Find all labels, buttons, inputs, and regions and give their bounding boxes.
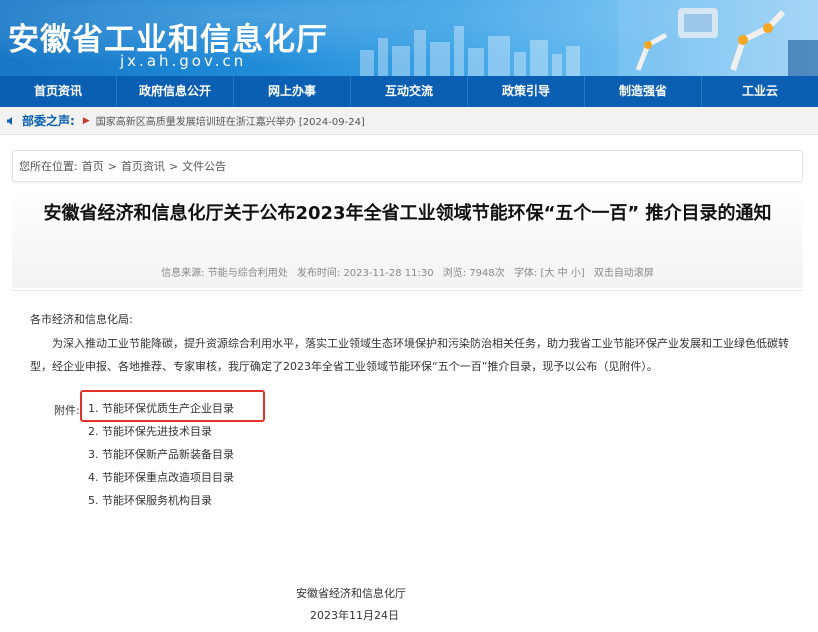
article-meta: 信息来源: 节能与综合利用处 发布时间: 2023-11-28 11:30 浏览… <box>12 264 803 279</box>
meta-autoscroll[interactable]: 双击自动滚屏 <box>594 268 654 279</box>
speaker-icon <box>7 116 12 125</box>
site-domain: jx.ah.gov.cn <box>120 52 247 70</box>
industrial-robot-illustration <box>618 0 818 76</box>
site-banner: 安徽省工业和信息化厅 jx.ah.gov.cn <box>0 0 818 76</box>
nav-item-manufacturing[interactable]: 制造强省 <box>585 76 702 107</box>
signature: 安徽省经济和信息化厅 <box>296 587 406 600</box>
highlight-box <box>80 390 265 422</box>
divider <box>12 290 803 291</box>
nav-item-policy[interactable]: 政策引导 <box>468 76 585 107</box>
salutation: 各市经济和信息化局: <box>30 313 133 326</box>
breadcrumb-separator: > <box>168 159 179 173</box>
nav-item-interaction[interactable]: 互动交流 <box>351 76 468 107</box>
nav-item-gov-info[interactable]: 政府信息公开 <box>117 76 234 107</box>
meta-published: 发布时间: 2023-11-28 11:30 <box>296 268 434 279</box>
ticker-news-link[interactable]: 国家高新区高质量发展培训班在浙江嘉兴举办 [2024-09-24] <box>96 113 365 128</box>
ticker-label: 部委之声: <box>22 114 75 128</box>
nav-item-home-news[interactable]: 首页资讯 <box>0 76 117 107</box>
article-title: 安徽省经济和信息化厅关于公布2023年全省工业领域节能环保“五个一百” 推介目录… <box>43 203 772 224</box>
breadcrumb-home[interactable]: 首页 <box>82 158 104 174</box>
breadcrumb-separator: > <box>107 159 117 173</box>
issue-date: 2023年11月24日 <box>310 609 399 622</box>
attachment-link[interactable]: 3. 节能环保新产品新装备目录 <box>88 448 234 471</box>
article-paragraph: 为深入推动工业节能降碳，提升资源综合利用水平，落实工业领域生态环境保护和污染防治… <box>30 337 789 373</box>
nav-item-online-services[interactable]: 网上办事 <box>234 76 351 107</box>
attachments-label: 附件: <box>54 404 80 417</box>
breadcrumb-prefix: 您所在位置: <box>19 160 78 173</box>
nav-item-industrial-cloud[interactable]: 工业云 <box>702 76 818 107</box>
attachment-link[interactable]: 5. 节能环保服务机构目录 <box>88 494 234 517</box>
meta-font-size[interactable]: 字体: [大 中 小] <box>514 268 585 279</box>
breadcrumb: 您所在位置: 首页 > 首页资讯 > 文件公告 <box>12 150 803 182</box>
meta-views: 浏览: 7948次 <box>442 268 505 279</box>
meta-source: 信息来源: 节能与综合利用处 <box>161 268 288 279</box>
attachment-link[interactable]: 4. 节能环保重点改造项目目录 <box>88 471 234 494</box>
news-ticker: 部委之声: ▶ 国家高新区高质量发展培训班在浙江嘉兴举办 [2024-09-24… <box>0 107 818 135</box>
breadcrumb-home-news[interactable]: 首页资讯 <box>121 158 165 174</box>
arrow-right-icon: ▶ <box>82 115 90 126</box>
breadcrumb-file-notices[interactable]: 文件公告 <box>182 158 226 174</box>
main-nav: 首页资讯 政府信息公开 网上办事 互动交流 政策引导 制造强省 工业云 <box>0 76 818 107</box>
attachment-link[interactable]: 2. 节能环保先进技术目录 <box>88 425 234 448</box>
